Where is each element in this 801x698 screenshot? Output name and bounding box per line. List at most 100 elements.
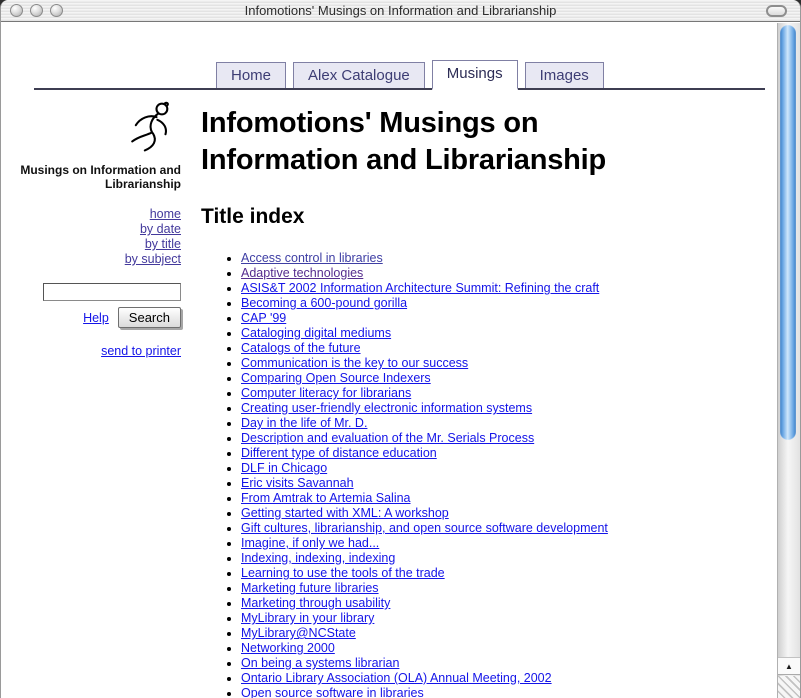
title-link[interactable]: Comparing Open Source Indexers — [241, 371, 431, 385]
list-item: Communication is the key to our success — [241, 356, 777, 371]
title-link[interactable]: Eric visits Savannah — [241, 476, 354, 490]
title-link[interactable]: MyLibrary@NCState — [241, 626, 356, 640]
list-item: Adaptive technologies — [241, 266, 777, 281]
list-item: Ontario Library Association (OLA) Annual… — [241, 671, 777, 686]
list-item: Access control in libraries — [241, 251, 777, 266]
title-link[interactable]: Becoming a 600-pound gorilla — [241, 296, 407, 310]
list-item: Day in the life of Mr. D. — [241, 416, 777, 431]
title-link[interactable]: Getting started with XML: A workshop — [241, 506, 449, 520]
title-link[interactable]: Marketing through usability — [241, 596, 390, 610]
tab-bar: Home Alex Catalogue Musings Images — [34, 60, 765, 90]
title-link[interactable]: Day in the life of Mr. D. — [241, 416, 367, 430]
main-content: Infomotions' Musings on Information and … — [187, 90, 777, 698]
page-content: Home Alex Catalogue Musings Images — [1, 23, 777, 698]
title-link[interactable]: CAP '99 — [241, 311, 286, 325]
title-link[interactable]: Ontario Library Association (OLA) Annual… — [241, 671, 552, 685]
title-link[interactable]: On being a systems librarian — [241, 656, 399, 670]
scroll-up-button[interactable]: ▲ — [778, 657, 800, 675]
body-columns: Musings on Information and Librarianship… — [1, 90, 777, 698]
title-link[interactable]: ASIS&T 2002 Information Architecture Sum… — [241, 281, 599, 295]
title-link[interactable]: Creating user-friendly electronic inform… — [241, 401, 532, 415]
sidebar-nav-link[interactable]: by subject — [1, 252, 181, 267]
list-item: ASIS&T 2002 Information Architecture Sum… — [241, 281, 777, 296]
title-link[interactable]: From Amtrak to Artemia Salina — [241, 491, 411, 505]
tab-label: Musings — [447, 65, 503, 82]
title-link[interactable]: Cataloging digital mediums — [241, 326, 391, 340]
tab[interactable]: Alex Catalogue — [293, 62, 425, 88]
minimize-button[interactable] — [30, 4, 43, 17]
sidebar: Musings on Information and Librarianship… — [1, 90, 187, 698]
list-item: Imagine, if only we had... — [241, 536, 777, 551]
title-link[interactable]: Imagine, if only we had... — [241, 536, 379, 550]
title-link[interactable]: Adaptive technologies — [241, 266, 363, 280]
title-link[interactable]: Catalogs of the future — [241, 341, 361, 355]
tab-label: Images — [540, 67, 589, 84]
zoom-button[interactable] — [50, 4, 63, 17]
tab[interactable]: Musings — [432, 60, 518, 90]
list-item: Marketing through usability — [241, 596, 777, 611]
section-title: Title index — [201, 205, 777, 229]
list-item: MyLibrary@NCState — [241, 626, 777, 641]
list-item: Getting started with XML: A workshop — [241, 506, 777, 521]
title-link[interactable]: Marketing future libraries — [241, 581, 379, 595]
sidebar-nav-link[interactable]: by title — [1, 237, 181, 252]
dancing-figure-logo-icon — [125, 98, 179, 156]
list-item: DLF in Chicago — [241, 461, 777, 476]
search-input[interactable] — [43, 283, 181, 301]
list-item: Open source software in libraries — [241, 686, 777, 698]
toolbar-toggle-button[interactable] — [766, 5, 787, 17]
list-item: Gift cultures, librarianship, and open s… — [241, 521, 777, 536]
list-item: Computer literacy for librarians — [241, 386, 777, 401]
resize-grip[interactable] — [778, 676, 800, 698]
list-item: Indexing, indexing, indexing — [241, 551, 777, 566]
browser-window: Infomotions' Musings on Information and … — [0, 0, 801, 698]
title-link[interactable]: MyLibrary in your library — [241, 611, 374, 625]
title-link[interactable]: Computer literacy for librarians — [241, 386, 411, 400]
sidebar-nav-link[interactable]: home — [1, 207, 181, 222]
title-link[interactable]: Indexing, indexing, indexing — [241, 551, 395, 565]
sidebar-nav: home by date by title by subject — [1, 207, 181, 267]
list-item: CAP '99 — [241, 311, 777, 326]
search-row: Help Search — [1, 307, 181, 328]
title-index-list: Access control in libraries Adaptive tec… — [201, 251, 777, 698]
list-item: Different type of distance education — [241, 446, 777, 461]
list-item: Comparing Open Source Indexers — [241, 371, 777, 386]
tab-label: Home — [231, 67, 271, 84]
search-button[interactable]: Search — [118, 307, 181, 328]
list-item: From Amtrak to Artemia Salina — [241, 491, 777, 506]
list-item: Cataloging digital mediums — [241, 326, 777, 341]
title-link[interactable]: Communication is the key to our success — [241, 356, 468, 370]
list-item: On being a systems librarian — [241, 656, 777, 671]
title-link[interactable]: Networking 2000 — [241, 641, 335, 655]
sidebar-nav-link[interactable]: by date — [1, 222, 181, 237]
title-link[interactable]: Different type of distance education — [241, 446, 437, 460]
title-link[interactable]: Description and evaluation of the Mr. Se… — [241, 431, 534, 445]
close-button[interactable] — [10, 4, 23, 17]
tab-label: Alex Catalogue — [308, 67, 410, 84]
window-title: Infomotions' Musings on Information and … — [1, 3, 800, 18]
send-to-printer-link[interactable]: send to printer — [101, 344, 181, 358]
list-item: Description and evaluation of the Mr. Se… — [241, 431, 777, 446]
list-item: Catalogs of the future — [241, 341, 777, 356]
tab[interactable]: Images — [525, 62, 604, 88]
sidebar-brand: Musings on Information and Librarianship — [1, 163, 181, 191]
list-item: Learning to use the tools of the trade — [241, 566, 777, 581]
page-title: Infomotions' Musings on Information and … — [201, 105, 666, 179]
vertical-scrollbar[interactable]: ▲ — [777, 23, 800, 698]
list-item: MyLibrary in your library — [241, 611, 777, 626]
window-controls — [10, 4, 63, 17]
window-titlebar[interactable]: Infomotions' Musings on Information and … — [1, 0, 800, 22]
list-item: Creating user-friendly electronic inform… — [241, 401, 777, 416]
title-link[interactable]: Learning to use the tools of the trade — [241, 566, 445, 580]
title-link[interactable]: DLF in Chicago — [241, 461, 327, 475]
title-link[interactable]: Access control in libraries — [241, 251, 383, 265]
list-item: Marketing future libraries — [241, 581, 777, 596]
title-link[interactable]: Open source software in libraries — [241, 686, 424, 698]
help-link[interactable]: Help — [83, 311, 109, 325]
tab[interactable]: Home — [216, 62, 286, 88]
list-item: Eric visits Savannah — [241, 476, 777, 491]
up-arrow-icon: ▲ — [785, 662, 793, 671]
scrollbar-thumb[interactable] — [780, 25, 796, 440]
list-item: Networking 2000 — [241, 641, 777, 656]
title-link[interactable]: Gift cultures, librarianship, and open s… — [241, 521, 608, 535]
